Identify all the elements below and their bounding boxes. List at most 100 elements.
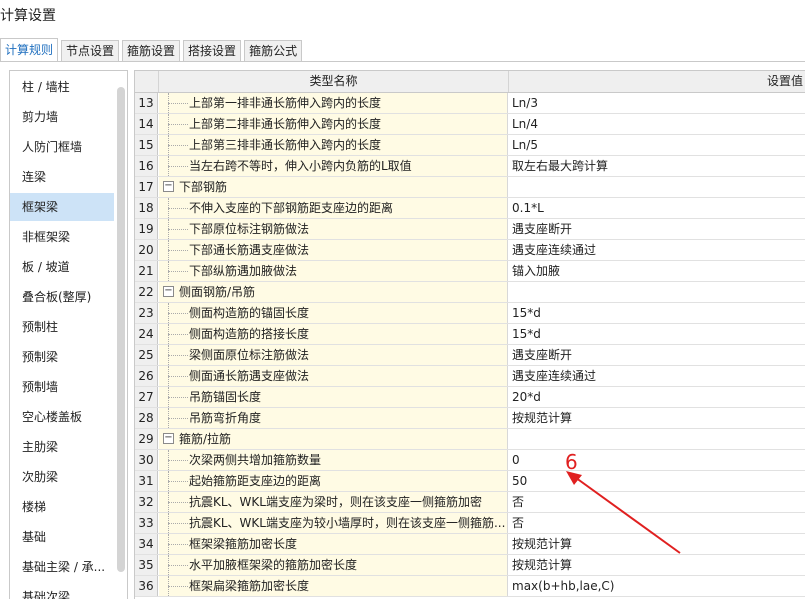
sidebar-item[interactable]: 叠合板(整厚) [10, 283, 114, 311]
table-row[interactable]: 23 侧面构造筋的锚固长度 15*d [135, 303, 805, 324]
tab-lap-settings[interactable]: 搭接设置 [183, 40, 242, 62]
sidebar-item[interactable]: 主肋梁 [10, 433, 114, 461]
table-row[interactable]: 27 吊筋锚固长度 20*d [135, 387, 805, 408]
setting-value-cell[interactable]: max(b+hb,lae,C) [509, 576, 805, 596]
setting-value-cell[interactable]: Ln/3 [509, 93, 805, 113]
header-type-name[interactable]: 类型名称 [159, 71, 509, 92]
table-row[interactable]: 26 侧面通长筋遇支座做法 遇支座连续通过 [135, 366, 805, 387]
row-number: 32 [135, 492, 158, 512]
table-row[interactable]: 30 次梁两侧共增加箍筋数量 0 [135, 450, 805, 471]
table-row[interactable]: 31 起始箍筋距支座边的距离 50 [135, 471, 805, 492]
tree-connector [168, 355, 188, 356]
settings-window: 计算设置 计算规则 节点设置 箍筋设置 搭接设置 箍筋公式 柱 / 墙柱 剪力墙人… [0, 0, 805, 599]
setting-value-cell[interactable]: 遇支座连续通过 [509, 240, 805, 260]
sidebar-item[interactable]: 空心楼盖板 [10, 403, 114, 431]
header-setting-value[interactable]: 设置值 [509, 71, 805, 92]
table-row[interactable]: 19 下部原位标注钢筋做法 遇支座断开 [135, 219, 805, 240]
setting-value-cell [509, 282, 805, 302]
sidebar-item[interactable]: 预制墙 [10, 373, 114, 401]
table-row[interactable]: 22− 侧面钢筋/吊筋 [135, 282, 805, 303]
table-row[interactable]: 15 上部第三排非通长筋伸入跨内的长度 Ln/5 [135, 135, 805, 156]
setting-label: 下部通长筋遇支座做法 [189, 243, 310, 257]
table-row[interactable]: 29− 箍筋/拉筋 [135, 429, 805, 450]
type-name-cell: 抗震KL、WKL端支座为较小墙厚时，则在该支座一侧箍筋... [159, 513, 508, 533]
collapse-icon[interactable]: − [163, 286, 174, 297]
sidebar-item[interactable]: 板 / 坡道 [10, 253, 114, 281]
sidebar-scrollbar[interactable] [117, 87, 125, 572]
tree-connector [168, 124, 188, 125]
row-number: 34 [135, 534, 158, 554]
table-row[interactable]: 36 框架扁梁箍筋加密长度 max(b+hb,lae,C) [135, 576, 805, 597]
setting-value-cell[interactable]: Ln/4 [509, 114, 805, 134]
setting-value-cell[interactable]: 锚入加腋 [509, 261, 805, 281]
type-name-cell: 侧面通长筋遇支座做法 [159, 366, 508, 386]
table-row[interactable]: 34 框架梁箍筋加密长度 按规范计算 [135, 534, 805, 555]
setting-value-cell[interactable]: Ln/5 [509, 135, 805, 155]
table-row[interactable]: 14 上部第二排非通长筋伸入跨内的长度 Ln/4 [135, 114, 805, 135]
type-name-cell: 不伸入支座的下部钢筋距支座边的距离 [159, 198, 508, 218]
tree-connector [168, 376, 188, 377]
sidebar-item[interactable]: 次肋梁 [10, 463, 114, 491]
sidebar-item[interactable]: 预制梁 [10, 343, 114, 371]
sidebar-item[interactable]: 剪力墙 [10, 103, 114, 131]
sidebar-item[interactable]: 连梁 [10, 163, 114, 191]
setting-value-cell[interactable]: 取左右最大跨计算 [509, 156, 805, 176]
table-row[interactable]: 17− 下部钢筋 [135, 177, 805, 198]
header-num-column [135, 71, 159, 92]
setting-value-cell[interactable]: 遇支座断开 [509, 219, 805, 239]
table-row[interactable]: 32 抗震KL、WKL端支座为梁时，则在该支座一侧箍筋加密否 [135, 492, 805, 513]
table-row[interactable]: 21 下部纵筋遇加腋做法 锚入加腋 [135, 261, 805, 282]
tab-calc-rules[interactable]: 计算规则 [0, 38, 59, 62]
setting-value-cell[interactable]: 15*d [509, 324, 805, 344]
type-name-cell: 次梁两侧共增加箍筋数量 [159, 450, 508, 470]
setting-label: 上部第二排非通长筋伸入跨内的长度 [189, 117, 382, 131]
sidebar-item[interactable]: 基础 [10, 523, 114, 551]
sidebar-item[interactable]: 人防门框墙 [10, 133, 114, 161]
table-row[interactable]: 35 水平加腋框架梁的箍筋加密长度 按规范计算 [135, 555, 805, 576]
annotation-arrow [566, 471, 681, 554]
setting-value-cell[interactable]: 20*d [509, 387, 805, 407]
setting-value-cell[interactable]: 15*d [509, 303, 805, 323]
tab-stirrup-formula[interactable]: 箍筋公式 [244, 40, 303, 62]
tree-connector [168, 502, 188, 503]
setting-label: 侧面通长筋遇支座做法 [189, 369, 310, 383]
setting-label: 不伸入支座的下部钢筋距支座边的距离 [189, 201, 394, 215]
table-row[interactable]: 13 上部第一排非通长筋伸入跨内的长度 Ln/3 [135, 93, 805, 114]
table-row[interactable]: 24 侧面构造筋的搭接长度 15*d [135, 324, 805, 345]
table-row[interactable]: 20 下部通长筋遇支座做法 遇支座连续通过 [135, 240, 805, 261]
setting-label: 梁侧面原位标注筋做法 [189, 348, 310, 362]
tab-stirrup-settings[interactable]: 箍筋设置 [122, 40, 181, 62]
setting-value-cell[interactable]: 遇支座断开 [509, 345, 805, 365]
tab-node-settings[interactable]: 节点设置 [61, 40, 120, 62]
sidebar-item[interactable]: 框架梁 [10, 193, 114, 221]
tree-connector [168, 229, 188, 230]
type-name-cell: 上部第一排非通长筋伸入跨内的长度 [159, 93, 508, 113]
sidebar-item[interactable]: 柱 / 墙柱 [10, 73, 114, 101]
setting-label: 下部原位标注钢筋做法 [189, 222, 310, 236]
type-name-cell: 当左右跨不等时，伸入小跨内负筋的L取值 [159, 156, 508, 176]
table-row[interactable]: 25 梁侧面原位标注筋做法 遇支座断开 [135, 345, 805, 366]
table-row[interactable]: 28 吊筋弯折角度 按规范计算 [135, 408, 805, 429]
sidebar-item[interactable]: 楼梯 [10, 493, 114, 521]
setting-label: 水平加腋框架梁的箍筋加密长度 [189, 558, 358, 572]
setting-label: 次梁两侧共增加箍筋数量 [189, 453, 322, 467]
row-number: 28 [135, 408, 158, 428]
type-name-cell: 吊筋锚固长度 [159, 387, 508, 407]
type-name-cell: 侧面构造筋的搭接长度 [159, 324, 508, 344]
table-row[interactable]: 18 不伸入支座的下部钢筋距支座边的距离 0.1*L [135, 198, 805, 219]
table-row[interactable]: 16 当左右跨不等时，伸入小跨内负筋的L取值 取左右最大跨计算 [135, 156, 805, 177]
sidebar-item[interactable]: 非框架梁 [10, 223, 114, 251]
sidebar-item[interactable]: 基础次梁 [10, 583, 114, 599]
tree-connector [168, 460, 188, 461]
sidebar-item[interactable]: 预制柱 [10, 313, 114, 341]
table-row[interactable]: 33 抗震KL、WKL端支座为较小墙厚时，则在该支座一侧箍筋... 否 [135, 513, 805, 534]
collapse-icon[interactable]: − [163, 181, 174, 192]
setting-value-cell[interactable]: 按规范计算 [509, 408, 805, 428]
tree-connector [168, 166, 188, 167]
collapse-icon[interactable]: − [163, 433, 174, 444]
sidebar-item[interactable]: 基础主梁 / 承... [10, 553, 114, 581]
type-name-cell: 梁侧面原位标注筋做法 [159, 345, 508, 365]
setting-value-cell[interactable]: 0.1*L [509, 198, 805, 218]
type-name-cell: 框架扁梁箍筋加密长度 [159, 576, 508, 596]
setting-value-cell[interactable]: 遇支座连续通过 [509, 366, 805, 386]
